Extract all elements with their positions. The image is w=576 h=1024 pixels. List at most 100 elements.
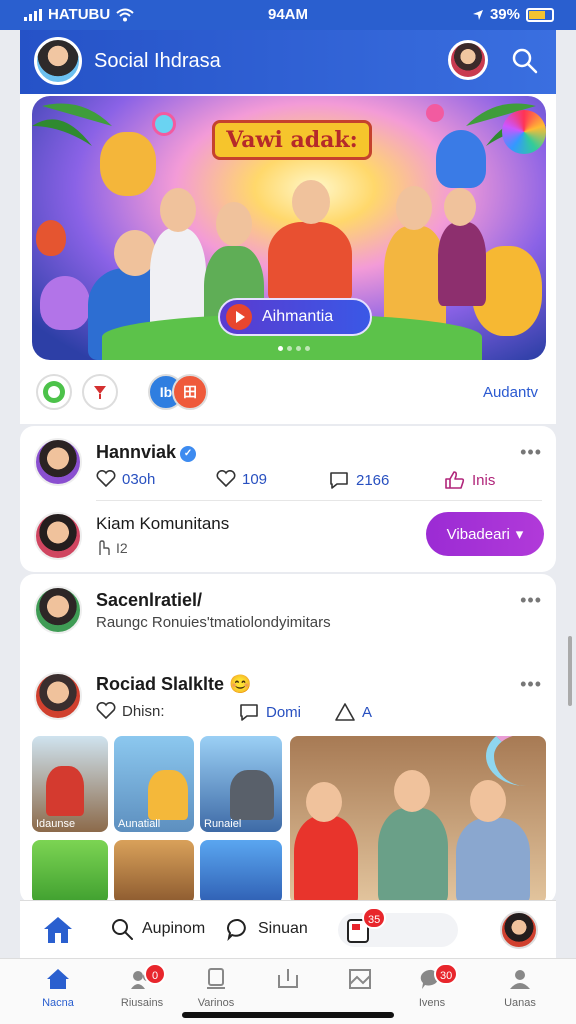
banner-cta-button[interactable]: Aihmantia [218, 298, 372, 336]
author-avatar[interactable] [34, 672, 82, 720]
banner-ribbon: Vawi adak: [212, 120, 372, 160]
more-options-icon[interactable]: ••• [520, 442, 542, 463]
user-avatar[interactable] [34, 37, 82, 85]
nav-add[interactable] [252, 967, 324, 997]
play-icon [226, 304, 252, 330]
scrollbar[interactable] [568, 636, 572, 706]
share-arrow-icon [335, 703, 355, 721]
author-avatar[interactable] [34, 438, 82, 486]
promo-banner[interactable]: Vawi adak: Aihmantia [32, 96, 546, 360]
community-name[interactable]: Kiam Komunitans [96, 514, 229, 534]
person-head [306, 782, 342, 822]
home-icon [47, 969, 69, 989]
app-title: Social Ihdrasa [94, 50, 221, 72]
post-title[interactable]: Sacenlratiel/ [96, 590, 202, 611]
ghost-mascot-blue [436, 130, 486, 188]
post-author[interactable]: Rociad Slalklte 😊 [96, 674, 252, 695]
comments-count: 2166 [356, 471, 390, 489]
photo-thumb[interactable] [114, 840, 194, 904]
battery-label: 39% [489, 6, 520, 23]
photo-thumb[interactable]: Idaunse [32, 736, 108, 832]
more-options-icon[interactable]: ••• [520, 674, 542, 695]
notification-badge: 35 [362, 907, 387, 929]
profile-avatar-small[interactable] [500, 911, 538, 949]
comment-stat[interactable]: Domi [238, 702, 301, 722]
smile-emoji-icon: 😊 [229, 674, 252, 694]
photo-caption: Idaunse [36, 818, 76, 830]
community-action-button[interactable]: Vibadeari ▾ [426, 512, 544, 556]
photo-thumb[interactable]: Aunatiall [114, 736, 194, 832]
home-icon[interactable] [42, 915, 74, 945]
post-card-hannviak: Hannviak ✓ ••• 03oh 109 2166 Inis Kiam Ko… [20, 426, 556, 572]
whatsapp-icon[interactable] [36, 374, 72, 410]
nav-profile-label: Uanas [504, 997, 536, 1009]
community-meta: I2 [96, 540, 128, 556]
community-avatar[interactable] [34, 512, 82, 560]
photo-caption: Aunatiall [118, 818, 161, 830]
search-icon[interactable] [510, 46, 540, 76]
person-figure [148, 770, 188, 820]
post-divider [96, 500, 542, 501]
photo-thumb[interactable]: Runaiel [200, 736, 282, 832]
nav-events[interactable]: 30 Ivens [396, 963, 468, 1009]
battery-icon [526, 7, 554, 22]
home-indicator [182, 1012, 394, 1018]
nav-marketplace[interactable] [324, 967, 396, 997]
cursor-hand-icon [99, 540, 110, 555]
comment-bubble-icon [330, 472, 348, 489]
likes-count: 109 [242, 470, 268, 488]
photo-thumb[interactable] [200, 840, 282, 904]
nav-groups[interactable]: 0 Riusains [106, 963, 178, 1009]
add-content-icon [278, 969, 298, 988]
person-head [160, 188, 196, 232]
person-figure [438, 222, 486, 306]
chat-action[interactable]: Sinuan [226, 917, 308, 941]
views-count: 03oh [122, 470, 156, 488]
like-stat[interactable]: Dhisn: [96, 702, 165, 720]
post-card-group: Sacenlratiel/ Raungc Ronuies'tmatiolondy… [20, 574, 556, 904]
rainbow-decoration [486, 736, 546, 786]
person-head [216, 202, 252, 246]
heart-outline-icon [96, 702, 116, 720]
share-chip-row: Ib 田 Audantv [32, 372, 546, 412]
comments-stat[interactable]: 2166 [328, 470, 389, 490]
post-author[interactable]: Hannviak ✓ [96, 442, 197, 463]
chat-bubble-icon [227, 918, 246, 941]
location-arrow-icon [472, 9, 483, 20]
more-options-icon[interactable]: ••• [520, 590, 542, 611]
photo-thumb-large[interactable] [290, 736, 546, 904]
person-head [470, 780, 506, 822]
explore-action[interactable]: Aupinom [110, 917, 205, 941]
audience-link[interactable]: Audantv [483, 384, 538, 401]
strawberry-character [36, 220, 66, 256]
planet-ball [152, 112, 176, 136]
verified-badge-icon: ✓ [180, 446, 197, 462]
nav-profile[interactable]: Uanas [484, 967, 556, 1009]
caret-down-icon: ▾ [515, 526, 524, 543]
status-bar: HATUBU 94AM 39% [0, 0, 576, 30]
person-figure [294, 816, 358, 904]
search-icon [112, 919, 133, 940]
heart-outline-icon [216, 470, 236, 488]
author-avatar[interactable] [34, 586, 82, 634]
photo-thumb[interactable] [32, 840, 108, 904]
share-stat[interactable]: A [334, 702, 372, 722]
blob-mascot-purple [40, 276, 90, 330]
share-stat[interactable]: Inis [444, 470, 495, 490]
nav-videos[interactable]: Varinos [180, 967, 252, 1009]
nav-home[interactable]: Nacna [22, 967, 94, 1009]
views-stat[interactable]: 03oh [96, 470, 155, 488]
notification-action[interactable]: 35 [338, 907, 458, 947]
video-icon [207, 968, 225, 989]
status-right: 39% [472, 6, 554, 23]
profile-avatar[interactable] [448, 40, 488, 80]
explore-action-label: Aupinom [142, 920, 206, 937]
nav-home-label: Nacna [42, 997, 74, 1009]
orange-app-icon[interactable]: 田 [172, 374, 208, 410]
likes-stat[interactable]: 109 [216, 470, 267, 488]
nav-videos-label: Varinos [197, 997, 235, 1009]
share-label: A [362, 703, 373, 721]
red-share-icon[interactable] [82, 374, 118, 410]
community-action-label: Vibadeari [446, 525, 510, 543]
person-figure [378, 808, 448, 904]
